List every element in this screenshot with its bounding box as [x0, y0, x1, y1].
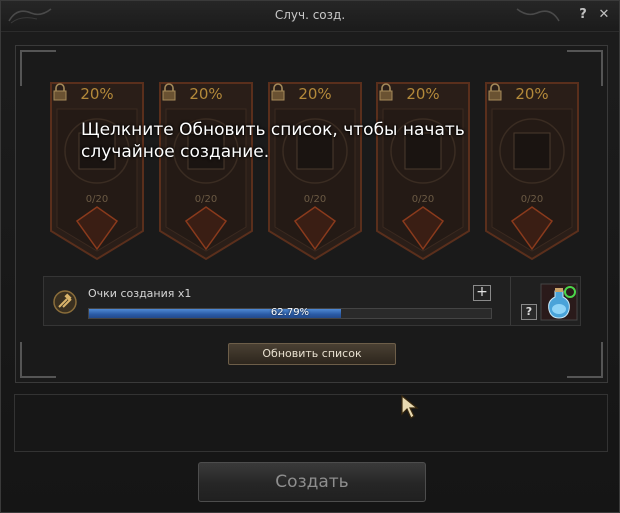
card-frame [50, 82, 144, 261]
card-frame [159, 82, 253, 261]
create-button[interactable]: Создать [198, 462, 426, 502]
lock-icon [53, 83, 67, 101]
close-button[interactable]: ✕ [597, 8, 611, 22]
window-title: Случ. созд. [274, 8, 346, 22]
lock-icon [379, 83, 393, 101]
lock-icon [488, 83, 502, 101]
random-creation-window: Случ. созд. ? ✕ 20% 0/20 20% 0/20 20% 0/20 20%… [0, 0, 620, 513]
card-count: 0/20 [411, 194, 435, 205]
card-4[interactable]: 20% 0/20 [375, 81, 471, 261]
help-button[interactable]: ? [576, 8, 590, 22]
card-count: 0/20 [194, 194, 218, 205]
hammer-icon [53, 290, 77, 314]
card-count: 0/20 [520, 194, 544, 205]
lock-icon [162, 83, 176, 101]
cursor-icon [401, 394, 419, 419]
add-points-button[interactable]: + [473, 285, 491, 301]
creation-points-label: Очки создания x1 [88, 287, 192, 300]
info-area [14, 394, 608, 452]
card-5[interactable]: 20% 0/20 [484, 81, 580, 261]
card-frame [376, 82, 470, 261]
divider [510, 277, 511, 325]
card-frame [268, 82, 362, 261]
panel-corner-ornament-icon [567, 342, 603, 378]
progress-text: 62.79% [270, 307, 310, 318]
creation-points-panel: Очки создания x1 + 62.79% ? [43, 276, 581, 326]
card-2[interactable]: 20% 0/20 [158, 81, 254, 261]
points-help-button[interactable]: ? [521, 304, 537, 320]
creation-points-progress: 62.79% [88, 307, 492, 319]
instruction-text: Щелкните Обновить список, чтобы начать с… [81, 120, 465, 162]
card-count: 0/20 [303, 194, 327, 205]
card-count: 0/20 [85, 194, 109, 205]
refresh-list-button[interactable]: Обновить список [228, 343, 396, 365]
card-3[interactable]: 20% 0/20 [267, 81, 363, 261]
card-frame [485, 82, 579, 261]
title-bar[interactable]: Случ. созд. ? ✕ [1, 1, 619, 32]
panel-corner-ornament-icon [20, 342, 56, 378]
potion-icon[interactable] [540, 283, 578, 321]
lock-icon [271, 83, 285, 101]
card-1[interactable]: 20% 0/20 [49, 81, 145, 261]
